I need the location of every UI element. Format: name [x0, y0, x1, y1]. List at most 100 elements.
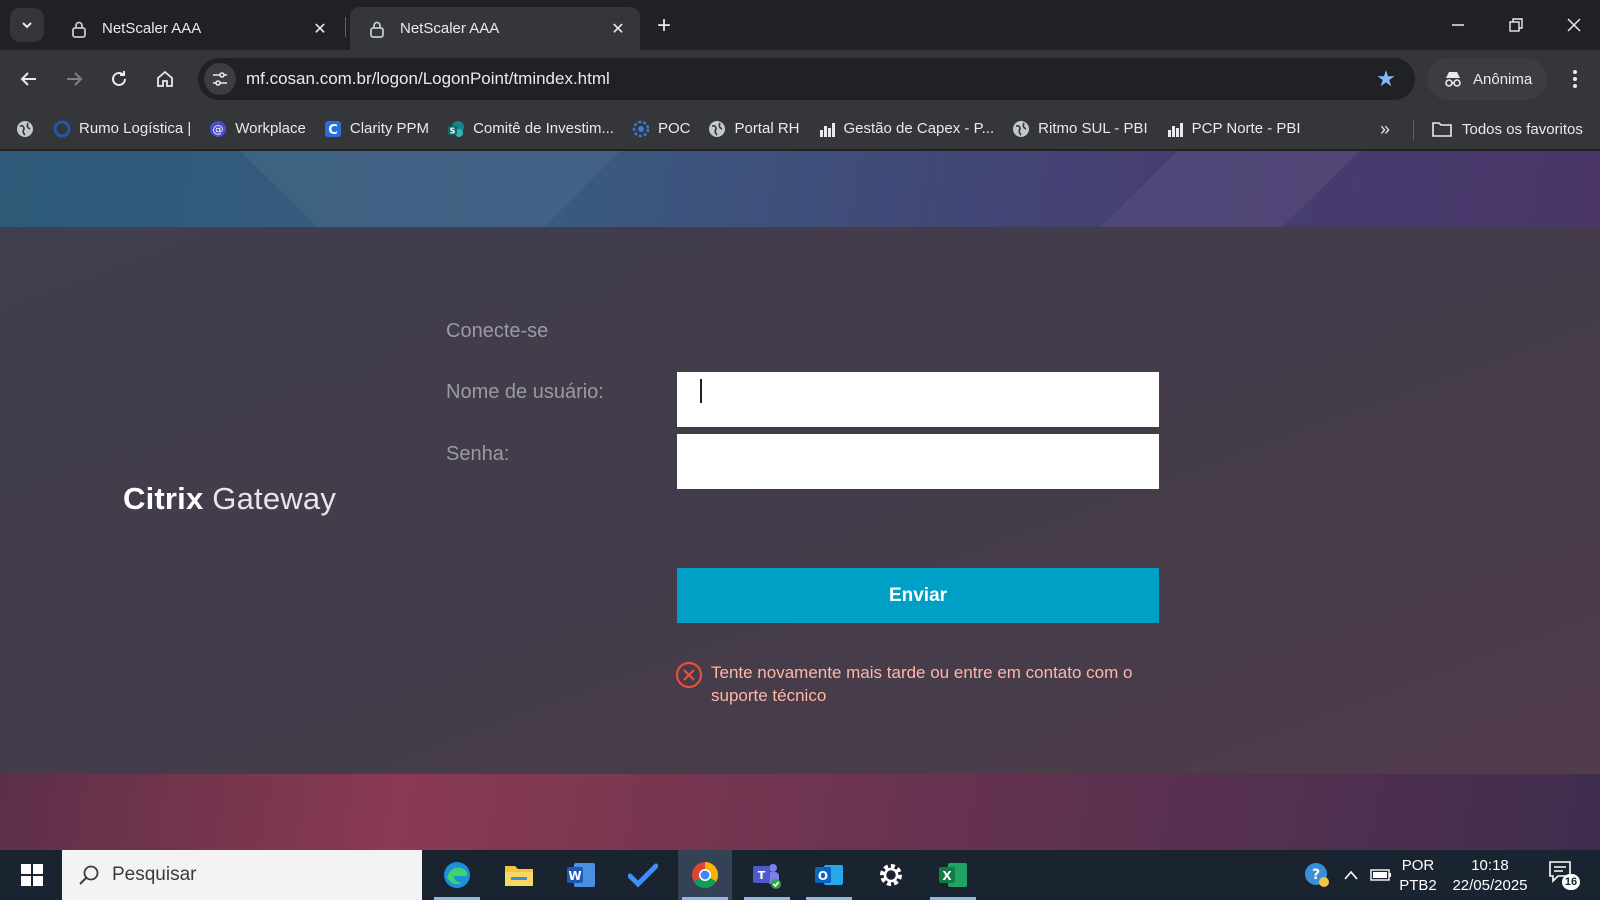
folder-icon: [1432, 122, 1452, 137]
svg-text:O: O: [818, 869, 828, 883]
taskbar-word[interactable]: W: [554, 850, 608, 900]
bookmark-workplace[interactable]: @ Workplace: [200, 114, 315, 144]
chrome-icon: [692, 861, 719, 889]
start-button[interactable]: [12, 860, 52, 890]
username-input[interactable]: [677, 372, 1159, 427]
outlook-icon: O: [815, 865, 843, 885]
bookmark-star-icon[interactable]: ★: [1369, 62, 1403, 96]
login-title: Conecte-se: [446, 320, 549, 342]
tab-netscaler-2[interactable]: NetScaler AAA ✕: [350, 7, 640, 50]
bookmark-apps[interactable]: [0, 114, 51, 144]
tab-search-button[interactable]: [10, 8, 44, 42]
browser-menu-button[interactable]: [1560, 64, 1590, 94]
submit-button[interactable]: Enviar: [677, 568, 1159, 623]
bookmarks-divider: [1413, 120, 1414, 140]
bookmark-poc[interactable]: POC: [623, 114, 700, 144]
todo-icon: [628, 863, 658, 888]
password-input[interactable]: [677, 434, 1159, 489]
incognito-icon: [1445, 72, 1461, 87]
taskbar-todo[interactable]: [616, 850, 670, 900]
tray-language[interactable]: POR PTB2: [1398, 856, 1438, 896]
tray-show-hidden[interactable]: [1338, 850, 1364, 900]
window-close-button[interactable]: [1554, 8, 1594, 42]
tab-separator: [345, 17, 346, 37]
teams-icon: T: [753, 864, 781, 889]
username-label: Nome de usuário:: [446, 381, 604, 403]
restore-icon: [1509, 18, 1523, 32]
bookmark-clarity-ppm[interactable]: C Clarity PPM: [315, 114, 438, 144]
taskbar-chrome[interactable]: [678, 850, 732, 900]
keyboard-layout: PTB2: [1399, 877, 1437, 894]
close-icon[interactable]: ✕: [310, 19, 330, 39]
browser-toolbar: mf.cosan.com.br/logon/LogonPoint/tmindex…: [0, 50, 1600, 108]
bookmarks-bar: Rumo Logística | @ Workplace C Clarity P…: [0, 108, 1600, 150]
taskbar-excel[interactable]: X: [926, 850, 980, 900]
globe-icon: [1012, 120, 1030, 138]
bookmark-gestao-capex[interactable]: Gestão de Capex - P...: [809, 114, 1004, 144]
arrow-right-icon: [67, 72, 83, 86]
password-label: Senha:: [446, 443, 510, 465]
bookmark-label: Gestão de Capex - P...: [843, 120, 995, 137]
minimize-icon: [1452, 24, 1464, 26]
bookmark-label: Comitê de Investim...: [473, 120, 614, 137]
word-icon: W: [567, 863, 595, 887]
taskbar-teams[interactable]: T: [740, 850, 794, 900]
profile-label: Anônima: [1473, 70, 1533, 88]
bookmark-label: POC: [657, 120, 691, 137]
globe-icon: [16, 120, 34, 138]
close-icon[interactable]: ✕: [608, 19, 628, 39]
taskbar-edge[interactable]: [430, 850, 484, 900]
tab-netscaler-1[interactable]: NetScaler AAA ✕: [52, 7, 342, 50]
reload-button[interactable]: [104, 64, 134, 94]
windows-logo-icon: [21, 864, 43, 886]
home-button[interactable]: [150, 64, 180, 94]
taskbar-file-explorer[interactable]: [492, 850, 546, 900]
bookmarks-overflow-chevron-icon[interactable]: »: [1370, 114, 1400, 144]
svg-text:T: T: [758, 869, 766, 882]
bookmark-label: Ritmo SUL - PBI: [1038, 120, 1148, 137]
forward-button[interactable]: [59, 64, 89, 94]
url-text[interactable]: mf.cosan.com.br/logon/LogonPoint/tmindex…: [246, 69, 1369, 89]
chevron-down-icon: [22, 22, 32, 29]
svg-text:S: S: [450, 126, 456, 135]
home-icon: [157, 70, 173, 87]
taskbar-settings[interactable]: [864, 850, 918, 900]
taskbar-outlook[interactable]: O: [802, 850, 856, 900]
bookmark-ritmo-sul[interactable]: Ritmo SUL - PBI: [1003, 114, 1156, 144]
svg-text:W: W: [568, 869, 581, 883]
bookmark-portal-rh[interactable]: Portal RH: [699, 114, 808, 144]
brand-light: Gateway: [212, 481, 337, 516]
text-caret: [700, 379, 702, 403]
tray-help[interactable]: ?: [1300, 850, 1334, 900]
all-bookmarks-label: Todos os favoritos: [1462, 120, 1583, 138]
reload-icon: [112, 71, 126, 86]
workplace-logo-icon: @: [209, 120, 227, 138]
restore-button[interactable]: [1496, 8, 1536, 42]
citrix-gateway-logo: Citrix Gateway: [123, 481, 336, 517]
powerbi-icon: [818, 120, 836, 138]
bookmark-rumo-logistica[interactable]: Rumo Logística |: [51, 114, 200, 144]
banner-facet: [240, 151, 620, 227]
globe-icon: [708, 120, 726, 138]
notification-center-button[interactable]: 16: [1548, 860, 1582, 892]
site-info-button[interactable]: [204, 63, 236, 95]
tune-icon: [213, 72, 227, 86]
taskbar-search-box[interactable]: Pesquisar: [62, 850, 422, 900]
tray-clock[interactable]: 10:18 22/05/2025: [1445, 856, 1535, 896]
all-bookmarks-button[interactable]: Todos os favoritos: [1432, 114, 1583, 144]
bookmark-comite-investimento[interactable]: S Comitê de Investim...: [438, 114, 623, 144]
powerbi-icon: [1166, 120, 1184, 138]
bookmark-label: Clarity PPM: [349, 120, 430, 137]
back-button[interactable]: [14, 64, 44, 94]
incognito-profile-button[interactable]: Anônima: [1427, 58, 1547, 100]
new-tab-button[interactable]: +: [650, 12, 678, 40]
bookmark-pcp-norte[interactable]: PCP Norte - PBI: [1157, 114, 1310, 144]
sharepoint-icon: S: [447, 120, 465, 138]
address-bar[interactable]: mf.cosan.com.br/logon/LogonPoint/tmindex…: [198, 58, 1415, 100]
clock-time: 10:18: [1471, 857, 1509, 874]
tray-battery[interactable]: [1366, 850, 1396, 900]
windows-taskbar: Pesquisar W T O X ? POR PTB2 10:18 22/05…: [0, 850, 1600, 900]
more-vertical-icon: [1573, 70, 1577, 88]
minimize-button[interactable]: [1438, 8, 1478, 42]
error-message: Tente novamente mais tarde ou entre em c…: [675, 661, 1145, 707]
